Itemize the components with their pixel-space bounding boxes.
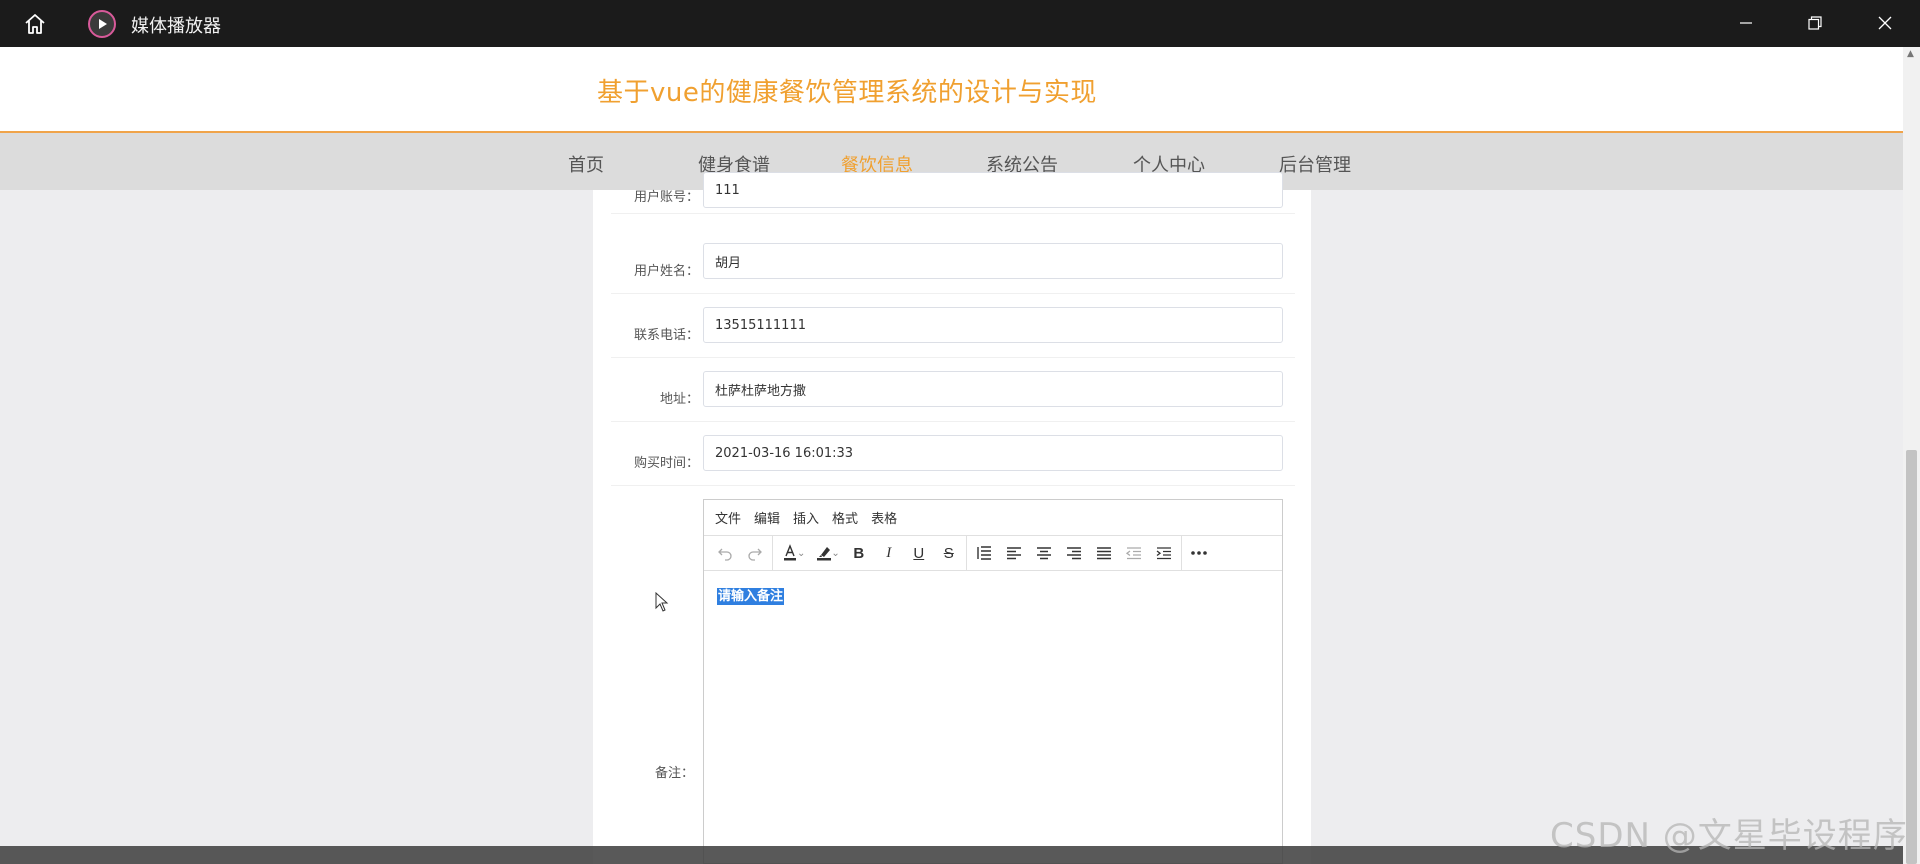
form-row-purchase-time: 购买时间： 2021-03-16 16:01:33 bbox=[611, 432, 1295, 486]
remark-text-selected: 请输入备注 bbox=[717, 588, 785, 605]
mouse-cursor-icon bbox=[655, 591, 669, 616]
editor-menubar: 文件 编辑 插入 格式 表格 bbox=[704, 500, 1282, 536]
undo-icon[interactable] bbox=[710, 538, 740, 568]
app-title: 媒体播放器 bbox=[131, 16, 221, 37]
menu-table[interactable]: 表格 bbox=[871, 508, 897, 527]
redo-icon[interactable] bbox=[740, 538, 770, 568]
page-scrollbar[interactable]: ▲ bbox=[1903, 47, 1920, 864]
outdent-icon[interactable] bbox=[1119, 538, 1149, 568]
phone-field[interactable]: 13515111111 bbox=[703, 307, 1283, 343]
form-row-name: 用户姓名： 胡月 bbox=[611, 240, 1295, 294]
chevron-down-icon[interactable]: ⌄ bbox=[831, 548, 839, 559]
indent-icon[interactable] bbox=[1149, 538, 1179, 568]
bold-icon[interactable]: B bbox=[844, 538, 874, 568]
toolbar-divider bbox=[965, 535, 967, 571]
restore-icon[interactable] bbox=[1792, 6, 1838, 40]
form-row-address: 地址： 杜萨杜萨地方撒 bbox=[611, 368, 1295, 422]
scroll-up-icon[interactable]: ▲ bbox=[1907, 49, 1914, 59]
align-justify-icon[interactable] bbox=[1089, 538, 1119, 568]
align-left-icon[interactable] bbox=[999, 538, 1029, 568]
minimize-icon[interactable] bbox=[1723, 6, 1769, 40]
strikethrough-icon[interactable]: S bbox=[934, 538, 964, 568]
detail-form-card: 用户账号： 111 用户姓名： 胡月 联系电话： 13515111111 地址：… bbox=[593, 172, 1311, 864]
close-icon[interactable] bbox=[1862, 6, 1908, 40]
align-center-icon[interactable] bbox=[1029, 538, 1059, 568]
editor-toolbar: ⌄ ⌄ B I U S bbox=[704, 535, 1282, 571]
field-label: 用户账号： bbox=[633, 190, 699, 205]
line-height-icon[interactable] bbox=[969, 538, 999, 568]
site-title: 基于vue的健康餐饮管理系统的设计与实现 bbox=[597, 78, 1097, 108]
more-icon[interactable] bbox=[1184, 538, 1214, 568]
remark-label: 备注： bbox=[655, 766, 695, 781]
italic-icon[interactable]: I bbox=[874, 538, 904, 568]
form-row-phone: 联系电话： 13515111111 bbox=[611, 304, 1295, 358]
address-field[interactable]: 杜萨杜萨地方撒 bbox=[703, 371, 1283, 407]
media-player-titlebar: 媒体播放器 bbox=[0, 0, 1920, 47]
field-label: 购买时间： bbox=[633, 456, 699, 471]
menu-insert[interactable]: 插入 bbox=[793, 508, 819, 527]
toolbar-divider bbox=[772, 535, 773, 571]
form-row-account: 用户账号： 111 bbox=[611, 160, 1295, 214]
field-label: 用户姓名： bbox=[633, 264, 699, 279]
account-field[interactable]: 111 bbox=[703, 172, 1283, 208]
site-header: 基于vue的健康餐饮管理系统的设计与实现 bbox=[0, 47, 1903, 133]
purchase-time-field[interactable]: 2021-03-16 16:01:33 bbox=[703, 435, 1283, 471]
field-label: 联系电话： bbox=[633, 328, 699, 343]
name-field[interactable]: 胡月 bbox=[703, 243, 1283, 279]
nav-item-home[interactable]: 首页 bbox=[568, 151, 604, 177]
editor-content-area[interactable]: 请输入备注 bbox=[704, 571, 1282, 618]
watermark: CSDN @文星毕设程序 bbox=[1550, 816, 1908, 856]
align-right-icon[interactable] bbox=[1059, 538, 1089, 568]
toolbar-divider bbox=[1180, 535, 1182, 571]
scrollbar-thumb[interactable] bbox=[1906, 450, 1917, 864]
field-label: 地址： bbox=[659, 392, 699, 407]
menu-edit[interactable]: 编辑 bbox=[754, 508, 780, 527]
menu-format[interactable]: 格式 bbox=[832, 508, 858, 527]
chevron-down-icon[interactable]: ⌄ bbox=[797, 548, 805, 559]
remark-editor: 文件 编辑 插入 格式 表格 ⌄ ⌄ B I U S 请输入备注 bbox=[703, 499, 1283, 864]
underline-icon[interactable]: U bbox=[904, 538, 934, 568]
home-icon[interactable] bbox=[20, 10, 50, 38]
play-icon bbox=[88, 10, 116, 38]
menu-file[interactable]: 文件 bbox=[715, 508, 741, 527]
